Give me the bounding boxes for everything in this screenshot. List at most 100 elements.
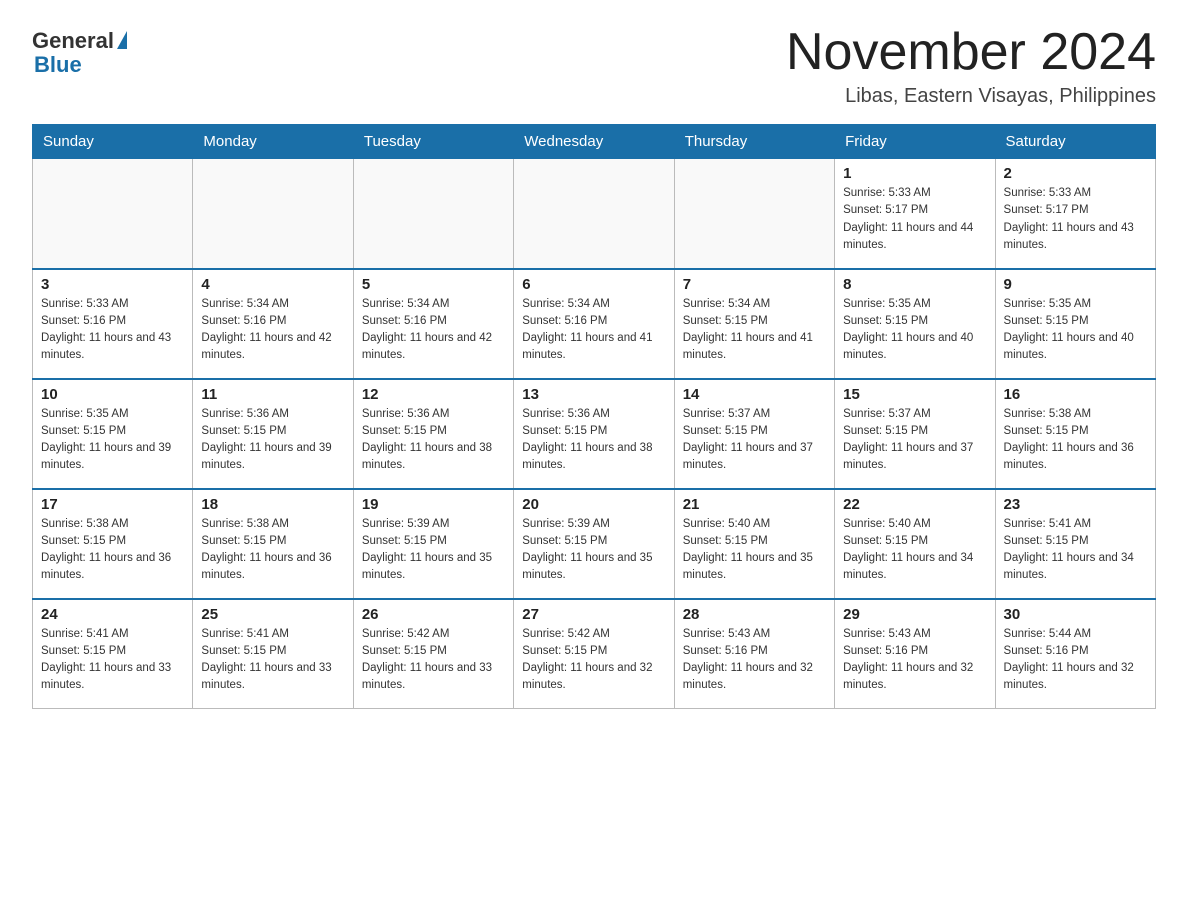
calendar-cell: 22 Sunrise: 5:40 AMSunset: 5:15 PMDayligh… [835, 489, 995, 599]
day-number: 16 [1004, 386, 1147, 403]
calendar-cell: 6Sunrise: 5:34 AMSunset: 5:16 PMDaylight… [514, 269, 674, 379]
calendar-cell: 30 Sunrise: 5:44 AMSunset: 5:16 PMDayligh… [995, 599, 1155, 709]
day-info: Sunrise: 5:36 AMSunset: 5:15 PMDaylight:… [522, 406, 665, 475]
calendar-week-row: 24Sunrise: 5:41 AMSunset: 5:15 PMDayligh… [33, 599, 1156, 709]
calendar-cell: 15 Sunrise: 5:37 AMSunset: 5:15 PMDayligh… [835, 379, 995, 489]
calendar-cell: 26 Sunrise: 5:42 AMSunset: 5:15 PMDayligh… [353, 599, 513, 709]
day-number: 17 [41, 496, 184, 513]
day-number: 30 [1004, 606, 1147, 623]
day-info: Sunrise: 5:38 AMSunset: 5:15 PMDaylight:… [41, 516, 184, 585]
page-header: General Blue November 2024 Libas, Easter… [32, 24, 1156, 108]
day-number: 14 [683, 386, 826, 403]
day-info: Sunrise: 5:38 AMSunset: 5:15 PMDaylight:… [1004, 406, 1147, 475]
day-number: 28 [683, 606, 826, 623]
day-number: 13 [522, 386, 665, 403]
day-info: Sunrise: 5:40 AMSunset: 5:15 PMDaylight:… [843, 516, 986, 585]
calendar-cell: 12 Sunrise: 5:36 AMSunset: 5:15 PMDayligh… [353, 379, 513, 489]
calendar-cell: 10 Sunrise: 5:35 AMSunset: 5:15 PMDayligh… [33, 379, 193, 489]
day-number: 8 [843, 276, 986, 293]
weekday-header-thursday: Thursday [674, 125, 834, 159]
calendar-cell: 1 Sunrise: 5:33 AMSunset: 5:17 PMDaylight… [835, 159, 995, 269]
calendar-cell: 20 Sunrise: 5:39 AMSunset: 5:15 PMDayligh… [514, 489, 674, 599]
calendar-cell [33, 159, 193, 269]
day-info: Sunrise: 5:43 AMSunset: 5:16 PMDaylight:… [683, 626, 826, 695]
day-number: 18 [201, 496, 344, 513]
day-number: 1 [843, 165, 986, 182]
calendar-cell: 9 Sunrise: 5:35 AMSunset: 5:15 PMDaylight… [995, 269, 1155, 379]
day-info: Sunrise: 5:36 AMSunset: 5:15 PMDaylight:… [362, 406, 505, 475]
day-number: 23 [1004, 496, 1147, 513]
day-info: Sunrise: 5:34 AMSunset: 5:15 PMDaylight:… [683, 296, 826, 365]
day-number: 25 [201, 606, 344, 623]
day-info: Sunrise: 5:33 AMSunset: 5:16 PMDaylight:… [41, 296, 184, 365]
calendar-cell: 11Sunrise: 5:36 AMSunset: 5:15 PMDayligh… [193, 379, 353, 489]
weekday-header-friday: Friday [835, 125, 995, 159]
day-number: 3 [41, 276, 184, 293]
location-subtitle: Libas, Eastern Visayas, Philippines [786, 85, 1156, 108]
day-number: 19 [362, 496, 505, 513]
calendar-cell: 3 Sunrise: 5:33 AMSunset: 5:16 PMDaylight… [33, 269, 193, 379]
day-number: 26 [362, 606, 505, 623]
calendar-cell: 27Sunrise: 5:42 AMSunset: 5:15 PMDayligh… [514, 599, 674, 709]
day-info: Sunrise: 5:44 AMSunset: 5:16 PMDaylight:… [1004, 626, 1147, 695]
weekday-header-monday: Monday [193, 125, 353, 159]
day-info: Sunrise: 5:33 AMSunset: 5:17 PMDaylight:… [843, 185, 986, 254]
day-number: 4 [201, 276, 344, 293]
day-number: 9 [1004, 276, 1147, 293]
weekday-header-sunday: Sunday [33, 125, 193, 159]
calendar-cell: 21Sunrise: 5:40 AMSunset: 5:15 PMDayligh… [674, 489, 834, 599]
calendar-cell: 7 Sunrise: 5:34 AMSunset: 5:15 PMDaylight… [674, 269, 834, 379]
day-number: 22 [843, 496, 986, 513]
day-info: Sunrise: 5:42 AMSunset: 5:15 PMDaylight:… [522, 626, 665, 695]
day-number: 2 [1004, 165, 1147, 182]
weekday-header-tuesday: Tuesday [353, 125, 513, 159]
logo-triangle-icon [117, 31, 127, 49]
calendar-cell: 2 Sunrise: 5:33 AMSunset: 5:17 PMDaylight… [995, 159, 1155, 269]
day-info: Sunrise: 5:37 AMSunset: 5:15 PMDaylight:… [683, 406, 826, 475]
day-info: Sunrise: 5:43 AMSunset: 5:16 PMDaylight:… [843, 626, 986, 695]
calendar-cell: 13 Sunrise: 5:36 AMSunset: 5:15 PMDayligh… [514, 379, 674, 489]
calendar-cell: 5 Sunrise: 5:34 AMSunset: 5:16 PMDaylight… [353, 269, 513, 379]
day-number: 15 [843, 386, 986, 403]
weekday-header-saturday: Saturday [995, 125, 1155, 159]
calendar-week-row: 10 Sunrise: 5:35 AMSunset: 5:15 PMDayligh… [33, 379, 1156, 489]
day-number: 29 [843, 606, 986, 623]
day-info: Sunrise: 5:35 AMSunset: 5:15 PMDaylight:… [1004, 296, 1147, 365]
calendar-cell [674, 159, 834, 269]
day-info: Sunrise: 5:42 AMSunset: 5:15 PMDaylight:… [362, 626, 505, 695]
day-info: Sunrise: 5:34 AMSunset: 5:16 PMDaylight:… [362, 296, 505, 365]
day-number: 24 [41, 606, 184, 623]
day-info: Sunrise: 5:35 AMSunset: 5:15 PMDaylight:… [843, 296, 986, 365]
calendar-cell: 28 Sunrise: 5:43 AMSunset: 5:16 PMDayligh… [674, 599, 834, 709]
calendar-cell: 17 Sunrise: 5:38 AMSunset: 5:15 PMDayligh… [33, 489, 193, 599]
calendar-cell: 25Sunrise: 5:41 AMSunset: 5:15 PMDayligh… [193, 599, 353, 709]
day-info: Sunrise: 5:34 AMSunset: 5:16 PMDaylight:… [201, 296, 344, 365]
day-info: Sunrise: 5:39 AMSunset: 5:15 PMDaylight:… [362, 516, 505, 585]
month-title: November 2024 [786, 24, 1156, 81]
calendar-week-row: 1 Sunrise: 5:33 AMSunset: 5:17 PMDaylight… [33, 159, 1156, 269]
day-number: 7 [683, 276, 826, 293]
day-info: Sunrise: 5:38 AMSunset: 5:15 PMDaylight:… [201, 516, 344, 585]
calendar-cell: 23 Sunrise: 5:41 AMSunset: 5:15 PMDayligh… [995, 489, 1155, 599]
logo-blue-text: Blue [34, 52, 82, 78]
day-info: Sunrise: 5:33 AMSunset: 5:17 PMDaylight:… [1004, 185, 1147, 254]
calendar-cell: 19 Sunrise: 5:39 AMSunset: 5:15 PMDayligh… [353, 489, 513, 599]
calendar-header-row: SundayMondayTuesdayWednesdayThursdayFrid… [33, 125, 1156, 159]
day-info: Sunrise: 5:36 AMSunset: 5:15 PMDaylight:… [201, 406, 344, 475]
calendar-cell: 18 Sunrise: 5:38 AMSunset: 5:15 PMDayligh… [193, 489, 353, 599]
day-number: 12 [362, 386, 505, 403]
calendar-cell: 16 Sunrise: 5:38 AMSunset: 5:15 PMDayligh… [995, 379, 1155, 489]
day-info: Sunrise: 5:37 AMSunset: 5:15 PMDaylight:… [843, 406, 986, 475]
day-info: Sunrise: 5:41 AMSunset: 5:15 PMDaylight:… [1004, 516, 1147, 585]
day-number: 5 [362, 276, 505, 293]
day-info: Sunrise: 5:35 AMSunset: 5:15 PMDaylight:… [41, 406, 184, 475]
weekday-header-wednesday: Wednesday [514, 125, 674, 159]
day-number: 20 [522, 496, 665, 513]
day-info: Sunrise: 5:39 AMSunset: 5:15 PMDaylight:… [522, 516, 665, 585]
day-info: Sunrise: 5:40 AMSunset: 5:15 PMDaylight:… [683, 516, 826, 585]
day-number: 10 [41, 386, 184, 403]
calendar-cell [514, 159, 674, 269]
day-info: Sunrise: 5:34 AMSunset: 5:16 PMDaylight:… [522, 296, 665, 365]
title-block: November 2024 Libas, Eastern Visayas, Ph… [786, 24, 1156, 108]
calendar-cell [193, 159, 353, 269]
